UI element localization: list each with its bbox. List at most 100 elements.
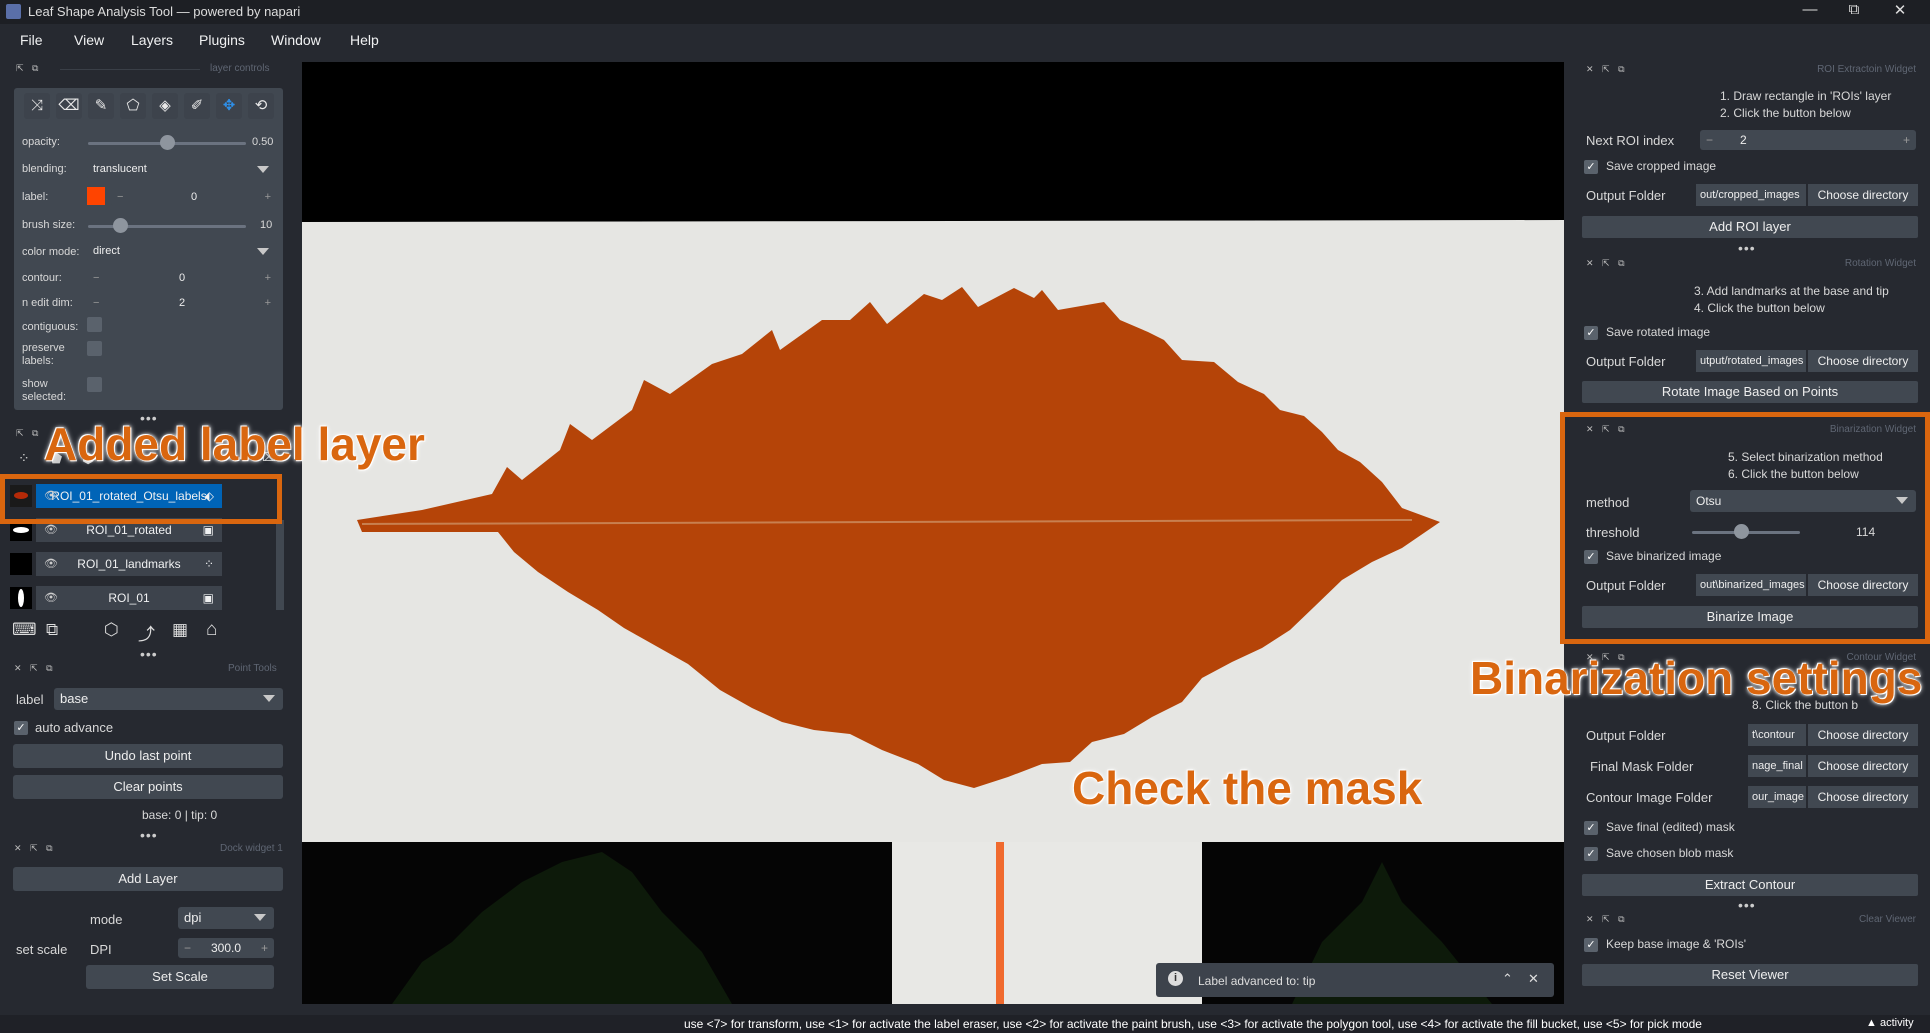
- fill-bucket-icon[interactable]: ◈: [152, 93, 178, 119]
- info-icon: i: [1168, 971, 1183, 986]
- label-color-swatch[interactable]: [87, 187, 105, 205]
- save-cropped-label: Save cropped image: [1606, 159, 1717, 173]
- brush-size-slider[interactable]: [88, 225, 246, 228]
- show-selected-label: show selected:: [22, 378, 67, 403]
- rotation-widget-title: Rotation Widget: [1844, 258, 1916, 269]
- clear-points-button[interactable]: Clear points: [13, 775, 283, 799]
- splitter-handle[interactable]: •••: [140, 646, 158, 662]
- undo-last-point-button[interactable]: Undo last point: [13, 744, 283, 768]
- color-mode-select[interactable]: direct: [87, 241, 277, 261]
- color-picker-icon[interactable]: ✐: [184, 93, 210, 119]
- reset-viewer-button[interactable]: Reset Viewer: [1582, 964, 1918, 986]
- grid-icon[interactable]: ▦: [172, 620, 188, 640]
- set-scale-label: set scale: [16, 942, 68, 957]
- restore-button[interactable]: ⧉: [1834, 1, 1874, 18]
- visibility-eye-icon[interactable]: 👁: [44, 552, 58, 576]
- brush-size-slider-knob[interactable]: [112, 218, 128, 233]
- add-roi-layer-button[interactable]: Add ROI layer: [1582, 216, 1918, 238]
- menu-layers[interactable]: Layers: [131, 32, 173, 48]
- extract-contour-button[interactable]: Extract Contour: [1582, 874, 1918, 896]
- roi-output-path[interactable]: out/cropped_images: [1696, 184, 1806, 206]
- menu-window[interactable]: Window: [271, 32, 321, 48]
- new-points-layer-icon[interactable]: ⁘: [18, 450, 30, 467]
- menu-plugins[interactable]: Plugins: [199, 32, 245, 48]
- point-tools-title: Point Tools: [228, 663, 277, 674]
- mode-select[interactable]: dpi: [178, 907, 274, 929]
- brush-size-value: 10: [260, 219, 273, 231]
- minimize-button[interactable]: —: [1790, 1, 1830, 18]
- paint-brush-icon[interactable]: ✎: [88, 93, 114, 119]
- rotation-instr-2: 4. Click the button below: [1694, 301, 1825, 315]
- save-cropped-checkbox[interactable]: ✓: [1584, 160, 1598, 174]
- n-edit-dim-value: 2: [178, 297, 186, 309]
- splitter-handle[interactable]: •••: [1738, 240, 1756, 256]
- splitter-handle[interactable]: •••: [1738, 897, 1756, 913]
- layer-thumbnail: [10, 587, 32, 609]
- label-spinbox[interactable]: −0 +: [111, 188, 277, 206]
- rotation-output-path[interactable]: utput/rotated_images: [1696, 350, 1806, 372]
- menu-help[interactable]: Help: [350, 32, 379, 48]
- pan-zoom-icon[interactable]: ✥: [216, 93, 242, 119]
- transpose-icon[interactable]: ⤴: [138, 620, 155, 645]
- layer-item-landmarks[interactable]: 👁 ROI_01_landmarks ⁘: [36, 552, 222, 576]
- menu-file[interactable]: File: [20, 32, 43, 48]
- contour-output-path[interactable]: t\contour: [1748, 724, 1806, 746]
- contour-spinbox[interactable]: −0 +: [87, 269, 277, 287]
- contour-image-choose-directory-button[interactable]: Choose directory: [1808, 786, 1918, 808]
- napari-app-icon: [6, 4, 21, 19]
- ndisplay-toggle-icon[interactable]: ⧉: [46, 620, 58, 640]
- blending-select[interactable]: translucent: [87, 159, 277, 179]
- viewer-canvas[interactable]: [302, 62, 1564, 1004]
- contour-image-path[interactable]: our_image: [1748, 786, 1806, 808]
- final-mask-choose-directory-button[interactable]: Choose directory: [1808, 755, 1918, 777]
- auto-advance-checkbox[interactable]: ✓: [14, 721, 28, 735]
- layer-controls-panel: ⤨ ⌫ ✎ ⬠ ◈ ✐ ✥ ⟲ opacity: 0.50 blending: …: [14, 88, 283, 410]
- add-layer-button[interactable]: Add Layer: [13, 867, 283, 891]
- activity-button[interactable]: ▲ activity: [1866, 1017, 1914, 1029]
- dpi-spinbox[interactable]: −300.0 +: [178, 938, 274, 958]
- splitter-handle[interactable]: •••: [140, 827, 158, 843]
- polygon-tool-icon[interactable]: ⬠: [120, 93, 146, 119]
- keep-base-checkbox[interactable]: ✓: [1584, 938, 1598, 952]
- next-roi-spinbox[interactable]: −2 +: [1700, 130, 1916, 150]
- visibility-eye-icon[interactable]: 👁: [44, 586, 58, 610]
- status-text: use <7> for transform, use <1> for activ…: [684, 1017, 1702, 1031]
- transform-icon[interactable]: ⟲: [248, 93, 274, 119]
- point-label-label: label: [16, 692, 44, 707]
- console-icon[interactable]: ⌨: [12, 620, 37, 640]
- preserve-labels-checkbox[interactable]: [87, 341, 102, 356]
- contour-choose-directory-button[interactable]: Choose directory: [1808, 724, 1918, 746]
- close-notification-icon[interactable]: ✕: [1528, 971, 1539, 987]
- roi-widget-header: ✕ ⇱ ⧉ ROI Extractoin Widget: [1586, 64, 1916, 75]
- roll-dims-icon[interactable]: ⬡: [104, 620, 119, 640]
- rotation-choose-directory-button[interactable]: Choose directory: [1808, 350, 1918, 372]
- n-edit-dim-spinbox[interactable]: −2 +: [87, 294, 277, 312]
- point-label-select[interactable]: base: [54, 688, 283, 710]
- save-rotated-checkbox[interactable]: ✓: [1584, 326, 1598, 340]
- dpi-label: DPI: [90, 942, 112, 957]
- save-blob-mask-checkbox[interactable]: ✓: [1584, 847, 1598, 861]
- contiguous-checkbox[interactable]: [87, 317, 102, 332]
- clear-viewer-title: Clear Viewer: [1858, 914, 1916, 925]
- rotation-output-label: Output Folder: [1586, 354, 1666, 369]
- final-mask-path[interactable]: nage_final: [1748, 755, 1806, 777]
- layer-list-scrollbar[interactable]: [276, 520, 284, 610]
- dock-float-icon[interactable]: ⇱ ⧉: [16, 63, 41, 74]
- roi-choose-directory-button[interactable]: Choose directory: [1808, 184, 1918, 206]
- close-window-button[interactable]: ✕: [1880, 1, 1920, 19]
- opacity-slider-knob[interactable]: [160, 135, 175, 150]
- save-final-mask-checkbox[interactable]: ✓: [1584, 821, 1598, 835]
- set-scale-button[interactable]: Set Scale: [86, 965, 274, 989]
- layer-item-roi01[interactable]: 👁 ROI_01 ▣: [36, 586, 222, 610]
- menu-bar: File View Layers Plugins Window Help: [0, 24, 1930, 58]
- shuffle-colors-icon[interactable]: ⤨: [24, 93, 50, 119]
- show-selected-checkbox[interactable]: [87, 377, 102, 392]
- eraser-icon[interactable]: ⌫: [56, 93, 82, 119]
- clear-viewer-header: ✕ ⇱ ⧉ Clear Viewer: [1586, 914, 1916, 925]
- layer-controls-header: ⇱ ⧉ layer controls: [10, 63, 284, 75]
- expand-chevron-icon[interactable]: ⌃: [1502, 971, 1513, 987]
- home-icon[interactable]: ⌂: [206, 619, 217, 641]
- rotate-image-button[interactable]: Rotate Image Based on Points: [1582, 381, 1918, 403]
- binarization-annotation: Binarization settings: [1470, 652, 1923, 704]
- menu-view[interactable]: View: [74, 32, 104, 48]
